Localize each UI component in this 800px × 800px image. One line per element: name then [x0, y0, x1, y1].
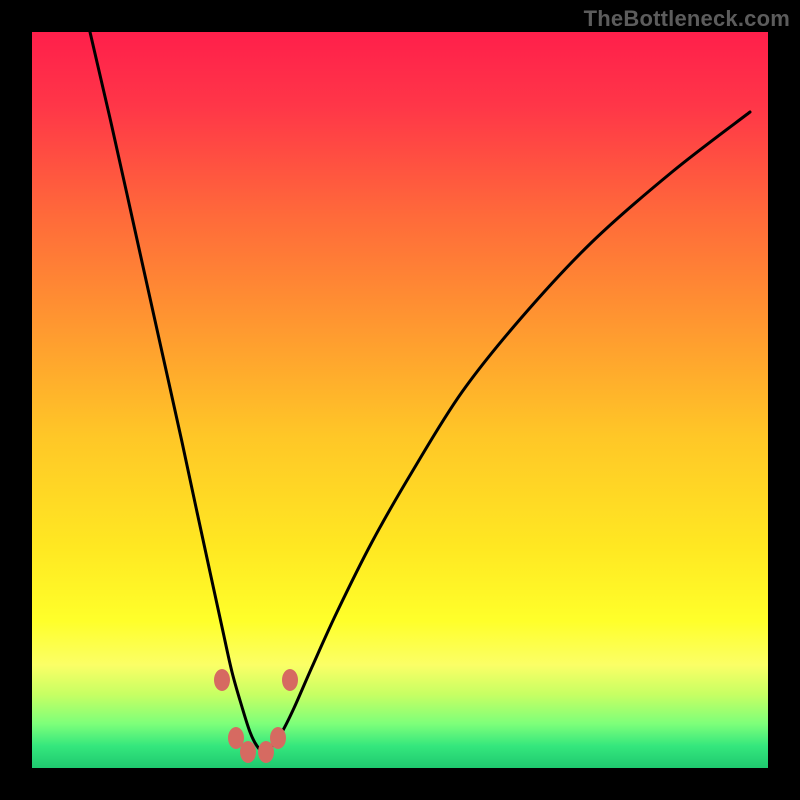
curve-marker [240, 741, 256, 763]
watermark-text: TheBottleneck.com [584, 6, 790, 32]
curve-marker [214, 669, 230, 691]
bottleneck-curve [32, 32, 768, 768]
curve-marker [258, 741, 274, 763]
curve-marker [282, 669, 298, 691]
plot-area [32, 32, 768, 768]
